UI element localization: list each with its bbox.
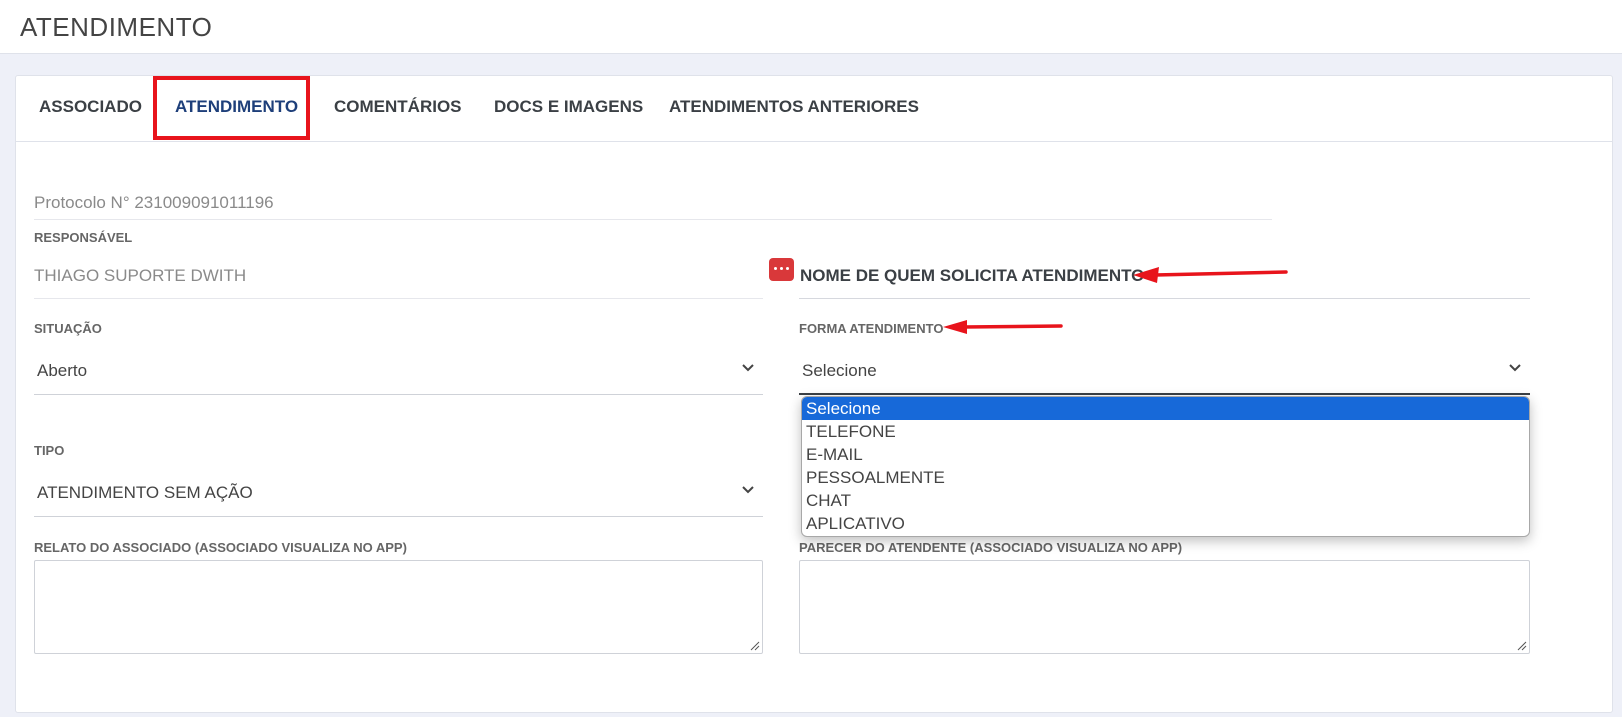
dropdown-option-pessoalmente[interactable]: PESSOALMENTE xyxy=(802,466,1529,489)
situacao-select-value: Aberto xyxy=(37,361,88,380)
forma-atendimento-dropdown: Selecione TELEFONE E-MAIL PESSOALMENTE C… xyxy=(801,396,1530,537)
dropdown-option-aplicativo[interactable]: APLICATIVO xyxy=(802,512,1529,535)
dropdown-option-chat[interactable]: CHAT xyxy=(802,489,1529,512)
situacao-select[interactable]: Aberto xyxy=(34,349,763,395)
parecer-textarea[interactable] xyxy=(799,560,1530,654)
responsavel-label: RESPONSÁVEL xyxy=(34,230,133,245)
divider xyxy=(799,298,1530,299)
situacao-label: SITUAÇÃO xyxy=(34,321,102,336)
tab-bar: ASSOCIADO ATENDIMENTO COMENTÁRIOS DOCS E… xyxy=(16,76,1612,142)
dropdown-option-email[interactable]: E-MAIL xyxy=(802,443,1529,466)
tab-associado[interactable]: ASSOCIADO xyxy=(39,76,142,142)
tipo-select[interactable]: ATENDIMENTO SEM AÇÃO xyxy=(34,471,763,517)
red-arrow-icon xyxy=(943,320,1063,334)
chevron-down-icon xyxy=(742,486,754,494)
relato-label: RELATO DO ASSOCIADO (ASSOCIADO VISUALIZA… xyxy=(34,540,407,555)
solicitante-name-field[interactable]: NOME DE QUEM SOLICITA ATENDIMENTO xyxy=(800,266,1144,286)
page-title: ATENDIMENTO xyxy=(20,12,213,42)
divider xyxy=(34,298,763,299)
dots-icon[interactable] xyxy=(769,258,794,281)
forma-atendimento-select-value: Selecione xyxy=(802,361,877,380)
parecer-label: PARECER DO ATENDENTE (ASSOCIADO VISUALIZ… xyxy=(799,540,1183,555)
protocol-number: Protocolo N° 231009091011196 xyxy=(34,193,274,212)
dropdown-option-telefone[interactable]: TELEFONE xyxy=(802,420,1529,443)
tipo-label: TIPO xyxy=(34,443,65,458)
active-tab-highlight-box xyxy=(153,76,310,140)
divider xyxy=(34,219,1272,220)
chevron-down-icon xyxy=(1509,364,1521,372)
tab-comentarios[interactable]: COMENTÁRIOS xyxy=(334,76,462,142)
responsavel-value: THIAGO SUPORTE DWITH xyxy=(34,266,247,285)
red-arrow-icon xyxy=(1133,267,1288,283)
forma-atendimento-label: FORMA ATENDIMENTO xyxy=(799,321,944,336)
chevron-down-icon xyxy=(742,364,754,372)
tab-docs-e-imagens[interactable]: DOCS E IMAGENS xyxy=(494,76,643,142)
dropdown-option-selecione[interactable]: Selecione xyxy=(802,397,1529,420)
tipo-select-value: ATENDIMENTO SEM AÇÃO xyxy=(37,483,253,502)
relato-textarea[interactable] xyxy=(34,560,763,654)
tab-atendimentos-anteriores[interactable]: ATENDIMENTOS ANTERIORES xyxy=(669,76,919,142)
resize-grip-icon[interactable] xyxy=(748,639,760,651)
page-header: ATENDIMENTO xyxy=(0,0,1622,54)
resize-grip-icon[interactable] xyxy=(1515,639,1527,651)
form-card: ASSOCIADO ATENDIMENTO COMENTÁRIOS DOCS E… xyxy=(15,75,1613,713)
forma-atendimento-select[interactable]: Selecione xyxy=(799,349,1530,395)
